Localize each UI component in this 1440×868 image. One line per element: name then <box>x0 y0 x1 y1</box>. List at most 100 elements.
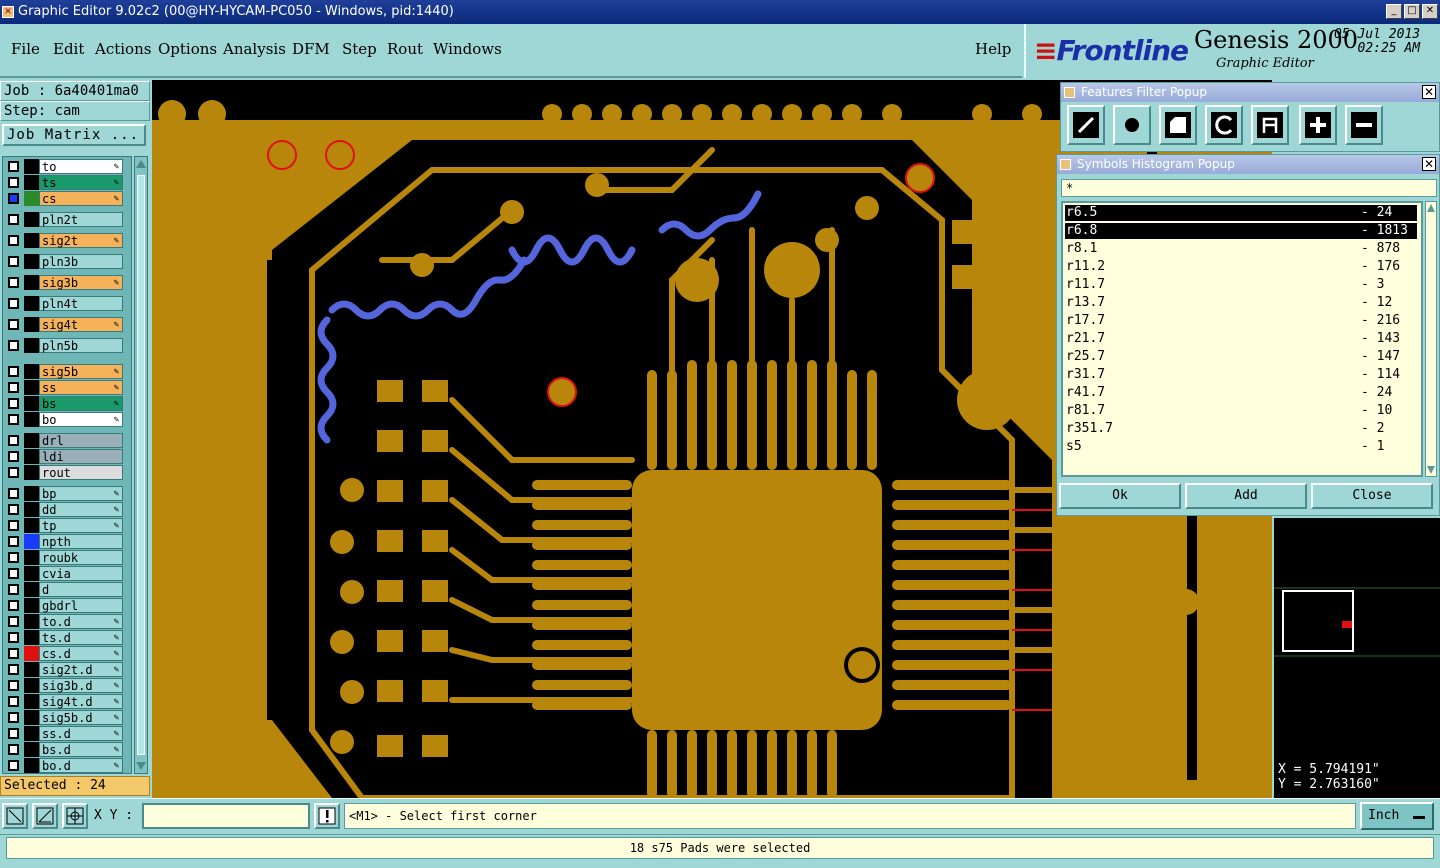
histogram-row[interactable]: r31.7 - 114 <box>1065 367 1417 383</box>
layer-row-pln3b[interactable]: pln3b <box>5 254 123 269</box>
layer-checkbox[interactable] <box>8 366 19 377</box>
layer-color-swatch[interactable] <box>24 396 39 411</box>
layer-color-swatch[interactable] <box>24 694 39 709</box>
layer-color-swatch[interactable] <box>24 662 39 677</box>
histogram-row[interactable]: r11.2 - 176 <box>1065 259 1417 275</box>
layer-label[interactable]: pln5b <box>39 338 123 353</box>
layer-color-swatch[interactable] <box>24 159 39 174</box>
filter-arc-button[interactable] <box>1205 105 1243 145</box>
layer-checkbox[interactable] <box>8 235 19 246</box>
menu-actions[interactable]: Actions <box>95 40 151 58</box>
ok-button[interactable]: Ok <box>1059 483 1181 509</box>
layer-label[interactable]: sig2t ✎ <box>39 233 123 248</box>
layer-checkbox[interactable] <box>8 177 19 188</box>
layer-row-sig2t[interactable]: sig2t ✎ <box>5 233 123 248</box>
layer-row-tp[interactable]: tp ✎ <box>5 518 123 533</box>
layer-row-sig3b[interactable]: sig3b ✎ <box>5 275 123 290</box>
layer-color-swatch[interactable] <box>24 598 39 613</box>
layer-checkbox[interactable] <box>8 340 19 351</box>
layer-checkbox[interactable] <box>8 568 19 579</box>
layer-checkbox[interactable] <box>8 520 19 531</box>
layer-label[interactable]: d <box>39 582 123 597</box>
layer-checkbox[interactable] <box>8 277 19 288</box>
layer-label[interactable]: dd ✎ <box>39 502 123 517</box>
minimize-button[interactable]: _ <box>1386 4 1402 19</box>
layer-label[interactable]: bp ✎ <box>39 486 123 501</box>
layer-color-swatch[interactable] <box>24 486 39 501</box>
layer-label[interactable]: to.d ✎ <box>39 614 123 629</box>
close-button[interactable]: Close <box>1311 483 1433 509</box>
menu-file[interactable]: File <box>11 40 40 58</box>
layer-checkbox[interactable] <box>8 161 19 172</box>
layer-label[interactable]: rout <box>39 465 123 480</box>
layer-label[interactable]: sig4t.d ✎ <box>39 694 123 709</box>
layer-color-swatch[interactable] <box>24 175 39 190</box>
layer-label[interactable]: cs ✎ <box>39 191 123 206</box>
layer-checkbox[interactable] <box>8 467 19 478</box>
layer-label[interactable]: sig4t ✎ <box>39 317 123 332</box>
window-titlebar[interactable]: ✕ Graphic Editor 9.02c2 (00@HY-HYCAM-PC0… <box>0 0 1440 24</box>
overview-panel[interactable]: X = 5.794191" Y = 2.763160" <box>1272 518 1440 798</box>
layer-checkbox[interactable] <box>8 414 19 425</box>
histogram-row[interactable]: r21.7 - 143 <box>1065 331 1417 347</box>
histogram-row[interactable]: r41.7 - 24 <box>1065 385 1417 401</box>
layer-label[interactable]: gbdrl <box>39 598 123 613</box>
layer-color-swatch[interactable] <box>24 582 39 597</box>
layer-row-sig4t-d[interactable]: sig4t.d ✎ <box>5 694 123 709</box>
layer-label[interactable]: ts ✎ <box>39 175 123 190</box>
layer-color-swatch[interactable] <box>24 630 39 645</box>
layer-row-sig2t-d[interactable]: sig2t.d ✎ <box>5 662 123 677</box>
layer-row-bo-d[interactable]: bo.d ✎ <box>5 758 123 773</box>
layer-label[interactable]: sig3b.d ✎ <box>39 678 123 693</box>
layer-color-swatch[interactable] <box>24 412 39 427</box>
layer-label[interactable]: drl <box>39 433 123 448</box>
layer-row-drl[interactable]: drl <box>5 433 123 448</box>
layer-row-bs-d[interactable]: bs.d ✎ <box>5 742 123 757</box>
alert-button[interactable] <box>314 803 340 829</box>
layer-label[interactable]: pln4t <box>39 296 123 311</box>
filter-negative-button[interactable] <box>1345 105 1383 145</box>
layer-color-swatch[interactable] <box>24 550 39 565</box>
layer-row-pln2t[interactable]: pln2t <box>5 212 123 227</box>
menu-edit[interactable]: Edit <box>53 40 84 58</box>
scroll-down-icon[interactable] <box>135 759 147 773</box>
histogram-row[interactable]: r351.7 - 2 <box>1065 421 1417 437</box>
filter-pad-button[interactable] <box>1113 105 1151 145</box>
layer-row-ss-d[interactable]: ss.d ✎ <box>5 726 123 741</box>
layer-checkbox[interactable] <box>8 214 19 225</box>
layer-color-swatch[interactable] <box>24 534 39 549</box>
layer-color-swatch[interactable] <box>24 364 39 379</box>
layer-checkbox[interactable] <box>8 760 19 771</box>
layer-checkbox[interactable] <box>8 382 19 393</box>
layer-label[interactable]: sig5b ✎ <box>39 364 123 379</box>
layer-color-swatch[interactable] <box>24 646 39 661</box>
layer-checkbox[interactable] <box>8 552 19 563</box>
layer-list-scrollbar[interactable] <box>134 156 148 774</box>
menu-rout[interactable]: Rout <box>387 40 423 58</box>
layer-row-npth[interactable]: npth <box>5 534 123 549</box>
add-button[interactable]: Add <box>1185 483 1307 509</box>
layer-row-dd[interactable]: dd ✎ <box>5 502 123 517</box>
layer-row-sig3b-d[interactable]: sig3b.d ✎ <box>5 678 123 693</box>
layer-row-ts[interactable]: ts ✎ <box>5 175 123 190</box>
histogram-row[interactable]: r6.5 - 24 <box>1065 205 1417 221</box>
histogram-row[interactable]: r81.7 - 10 <box>1065 403 1417 419</box>
layer-checkbox[interactable] <box>8 600 19 611</box>
histogram-popup-titlebar[interactable]: Symbols Histogram Popup ✕ <box>1057 155 1439 174</box>
layer-checkbox[interactable] <box>8 504 19 515</box>
layer-checkbox[interactable] <box>8 712 19 723</box>
unit-select[interactable]: Inch <box>1360 802 1434 830</box>
layer-label[interactable]: bs.d ✎ <box>39 742 123 757</box>
layer-checkbox[interactable] <box>8 319 19 330</box>
layer-label[interactable]: to ✎ <box>39 159 123 174</box>
layer-row-cs[interactable]: cs ✎ <box>5 191 123 206</box>
layer-checkbox[interactable] <box>8 632 19 643</box>
layer-color-swatch[interactable] <box>24 726 39 741</box>
layer-checkbox[interactable] <box>8 584 19 595</box>
histogram-row[interactable]: r11.7 - 3 <box>1065 277 1417 293</box>
features-popup-close-icon[interactable]: ✕ <box>1422 85 1436 99</box>
layer-color-swatch[interactable] <box>24 191 39 206</box>
layer-checkbox[interactable] <box>8 696 19 707</box>
layer-label[interactable]: npth <box>39 534 123 549</box>
layer-label[interactable]: sig2t.d ✎ <box>39 662 123 677</box>
